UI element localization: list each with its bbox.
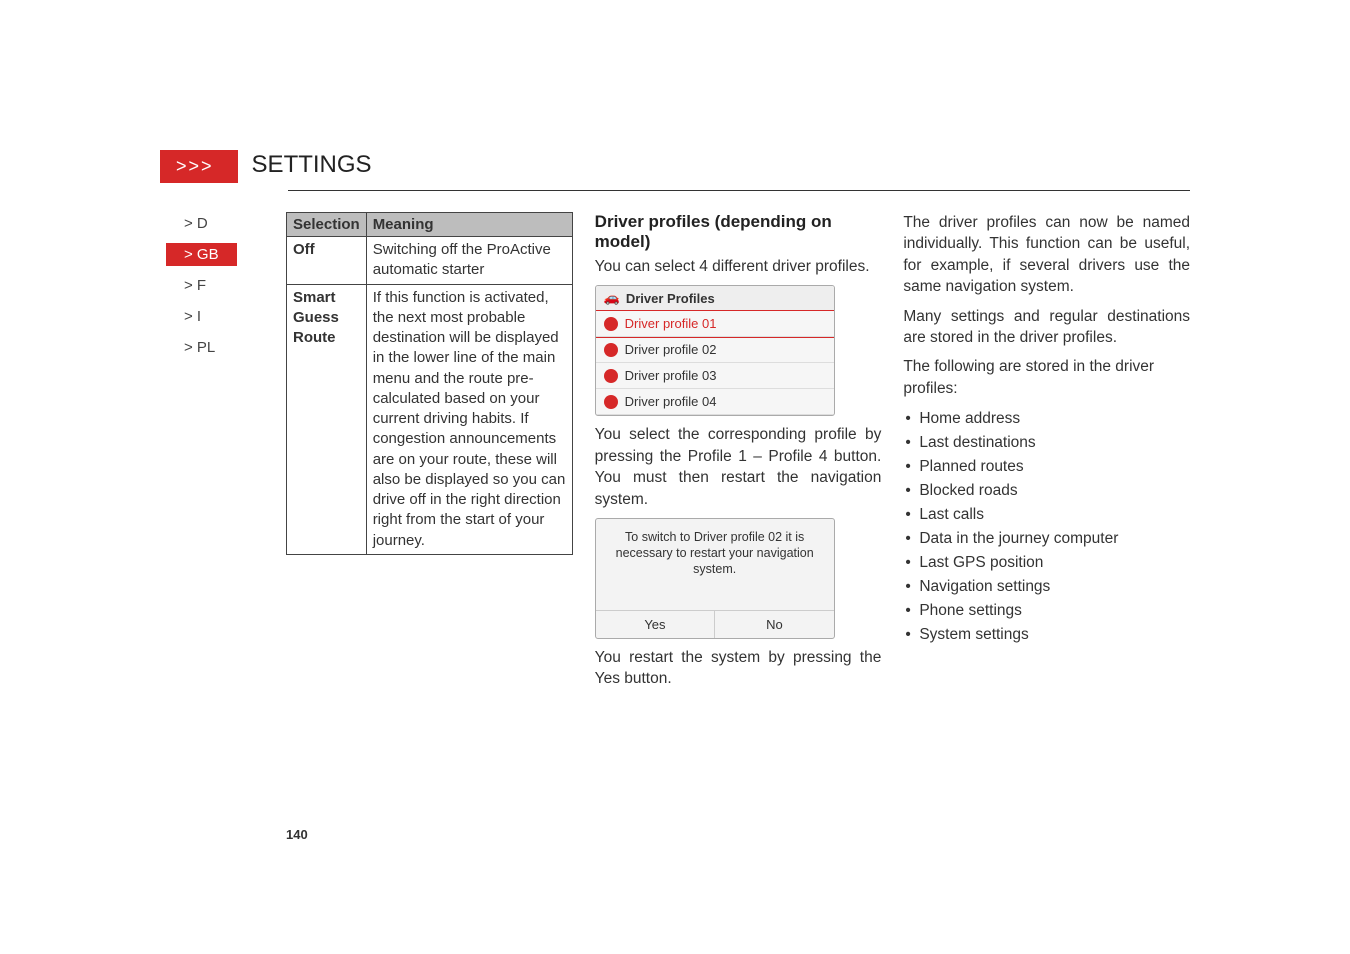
wheel-icon [604,395,618,409]
list-item: Last GPS position [905,551,1190,575]
language-sidebar: > D > GB > F > I > PL [166,212,237,359]
wheel-icon [604,343,618,357]
list-item: Blocked roads [905,479,1190,503]
restart-text: You restart the system by pressing the Y… [595,647,882,690]
list-item: Home address [905,407,1190,431]
profile-label: Driver profile 02 [625,342,717,357]
list-item: Planned routes [905,455,1190,479]
column-mid: Driver profiles (depending on model) You… [595,212,882,824]
profile-row[interactable]: Driver profile 03 [596,363,834,389]
sidebar-item[interactable]: > F [166,274,237,297]
profile-row[interactable]: Driver profile 01 [596,311,834,337]
list-item: Navigation settings [905,575,1190,599]
table-cell-meaning: Switching off the ProActive automatic st… [366,237,572,285]
list-item: Last calls [905,503,1190,527]
list-item: Last destinations [905,431,1190,455]
list-title: Driver Profiles [626,291,715,306]
yes-button[interactable]: Yes [596,611,716,638]
profile-label: Driver profile 03 [625,368,717,383]
profile-row[interactable]: Driver profile 04 [596,389,834,415]
chevron-badge: >>> [160,150,238,183]
wheel-icon [604,317,618,331]
column-right: The driver profiles can now be named ind… [903,212,1190,824]
sidebar-item[interactable]: > PL [166,336,237,359]
profile-label: Driver profile 04 [625,394,717,409]
table-cell-selection: Smart Guess Route [287,284,367,554]
table-cell-selection: Off [287,237,367,285]
list-item: System settings [905,623,1190,647]
right-para2: Many settings and regular destinations a… [903,306,1190,349]
select-paragraph: You select the corresponding profile by … [595,424,882,510]
restart-dialog: To switch to Driver profile 02 it is nec… [595,518,835,639]
section-heading: Driver profiles (depending on model) [595,212,882,252]
sidebar-item[interactable]: > D [166,212,237,235]
sidebar-item[interactable]: > I [166,305,237,328]
dialog-message: To switch to Driver profile 02 it is nec… [596,519,834,610]
list-item: Data in the journey computer [905,527,1190,551]
list-item: Phone settings [905,599,1190,623]
page-number: 140 [286,827,308,842]
stored-list: Home addressLast destinationsPlanned rou… [903,407,1190,647]
right-para3: The following are stored in the driver p… [903,356,1190,399]
wheel-icon [604,369,618,383]
car-icon: 🚗 [604,290,620,306]
right-para1: The driver profiles can now be named ind… [903,212,1190,298]
selection-table: SelectionMeaning OffSwitching off the Pr… [286,212,573,555]
column-left: SelectionMeaning OffSwitching off the Pr… [286,212,573,824]
profile-label: Driver profile 01 [625,316,717,331]
list-header: 🚗 Driver Profiles [596,286,834,311]
driver-profiles-list: 🚗 Driver Profiles Driver profile 01 Driver… [595,285,835,416]
page-title: SETTINGS [252,151,372,183]
sidebar-item[interactable]: > GB [166,243,237,266]
intro-text: You can select 4 different driver profil… [595,256,882,277]
profile-row[interactable]: Driver profile 02 [596,337,834,363]
th-meaning: Meaning [366,213,572,237]
no-button[interactable]: No [715,611,834,638]
header-rule [288,190,1190,191]
table-cell-meaning: If this function is activated, the next … [366,284,572,554]
th-selection: Selection [287,213,367,237]
